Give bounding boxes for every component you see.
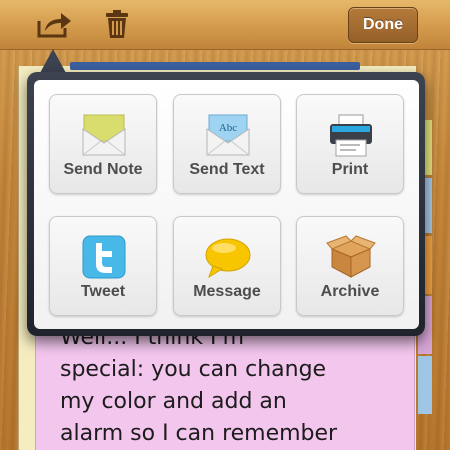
send-text-button[interactable]: Abc Send Text [173,94,281,194]
print-label: Print [331,161,369,178]
printer-icon [326,113,376,159]
twitter-icon [79,235,129,281]
note-line: my color and add an [60,389,287,414]
tweet-label: Tweet [80,283,126,300]
envelope-note-icon [79,113,129,159]
print-button[interactable]: Print [296,94,404,194]
message-bubble-icon [203,235,253,281]
share-popover-content: Send Note Abc Send Text Print Tweet Mess… [34,80,419,329]
message-label: Message [193,283,261,300]
envelope-text-icon: Abc [203,113,253,159]
archive-label: Archive [320,283,380,300]
archive-box-icon [326,235,376,281]
archive-button[interactable]: Archive [296,216,404,316]
popover-arrow [40,49,66,73]
send-text-label: Send Text [189,161,265,178]
note-line: alarm so I can remember [60,421,338,446]
top-toolbar: Done [0,0,450,50]
trash-icon[interactable] [104,9,130,39]
note-line: special: you can change [60,357,327,382]
note-text[interactable]: Well... I think I'm special: you can cha… [60,322,400,450]
done-button[interactable]: Done [348,7,418,43]
note-strip [70,62,360,70]
envelope-abc-text: Abc [219,122,237,134]
send-note-label: Send Note [63,161,143,178]
tweet-button[interactable]: Tweet [49,216,157,316]
send-note-button[interactable]: Send Note [49,94,157,194]
message-button[interactable]: Message [173,216,281,316]
note-tab-lightblue[interactable] [418,356,432,414]
share-icon[interactable] [36,9,74,39]
